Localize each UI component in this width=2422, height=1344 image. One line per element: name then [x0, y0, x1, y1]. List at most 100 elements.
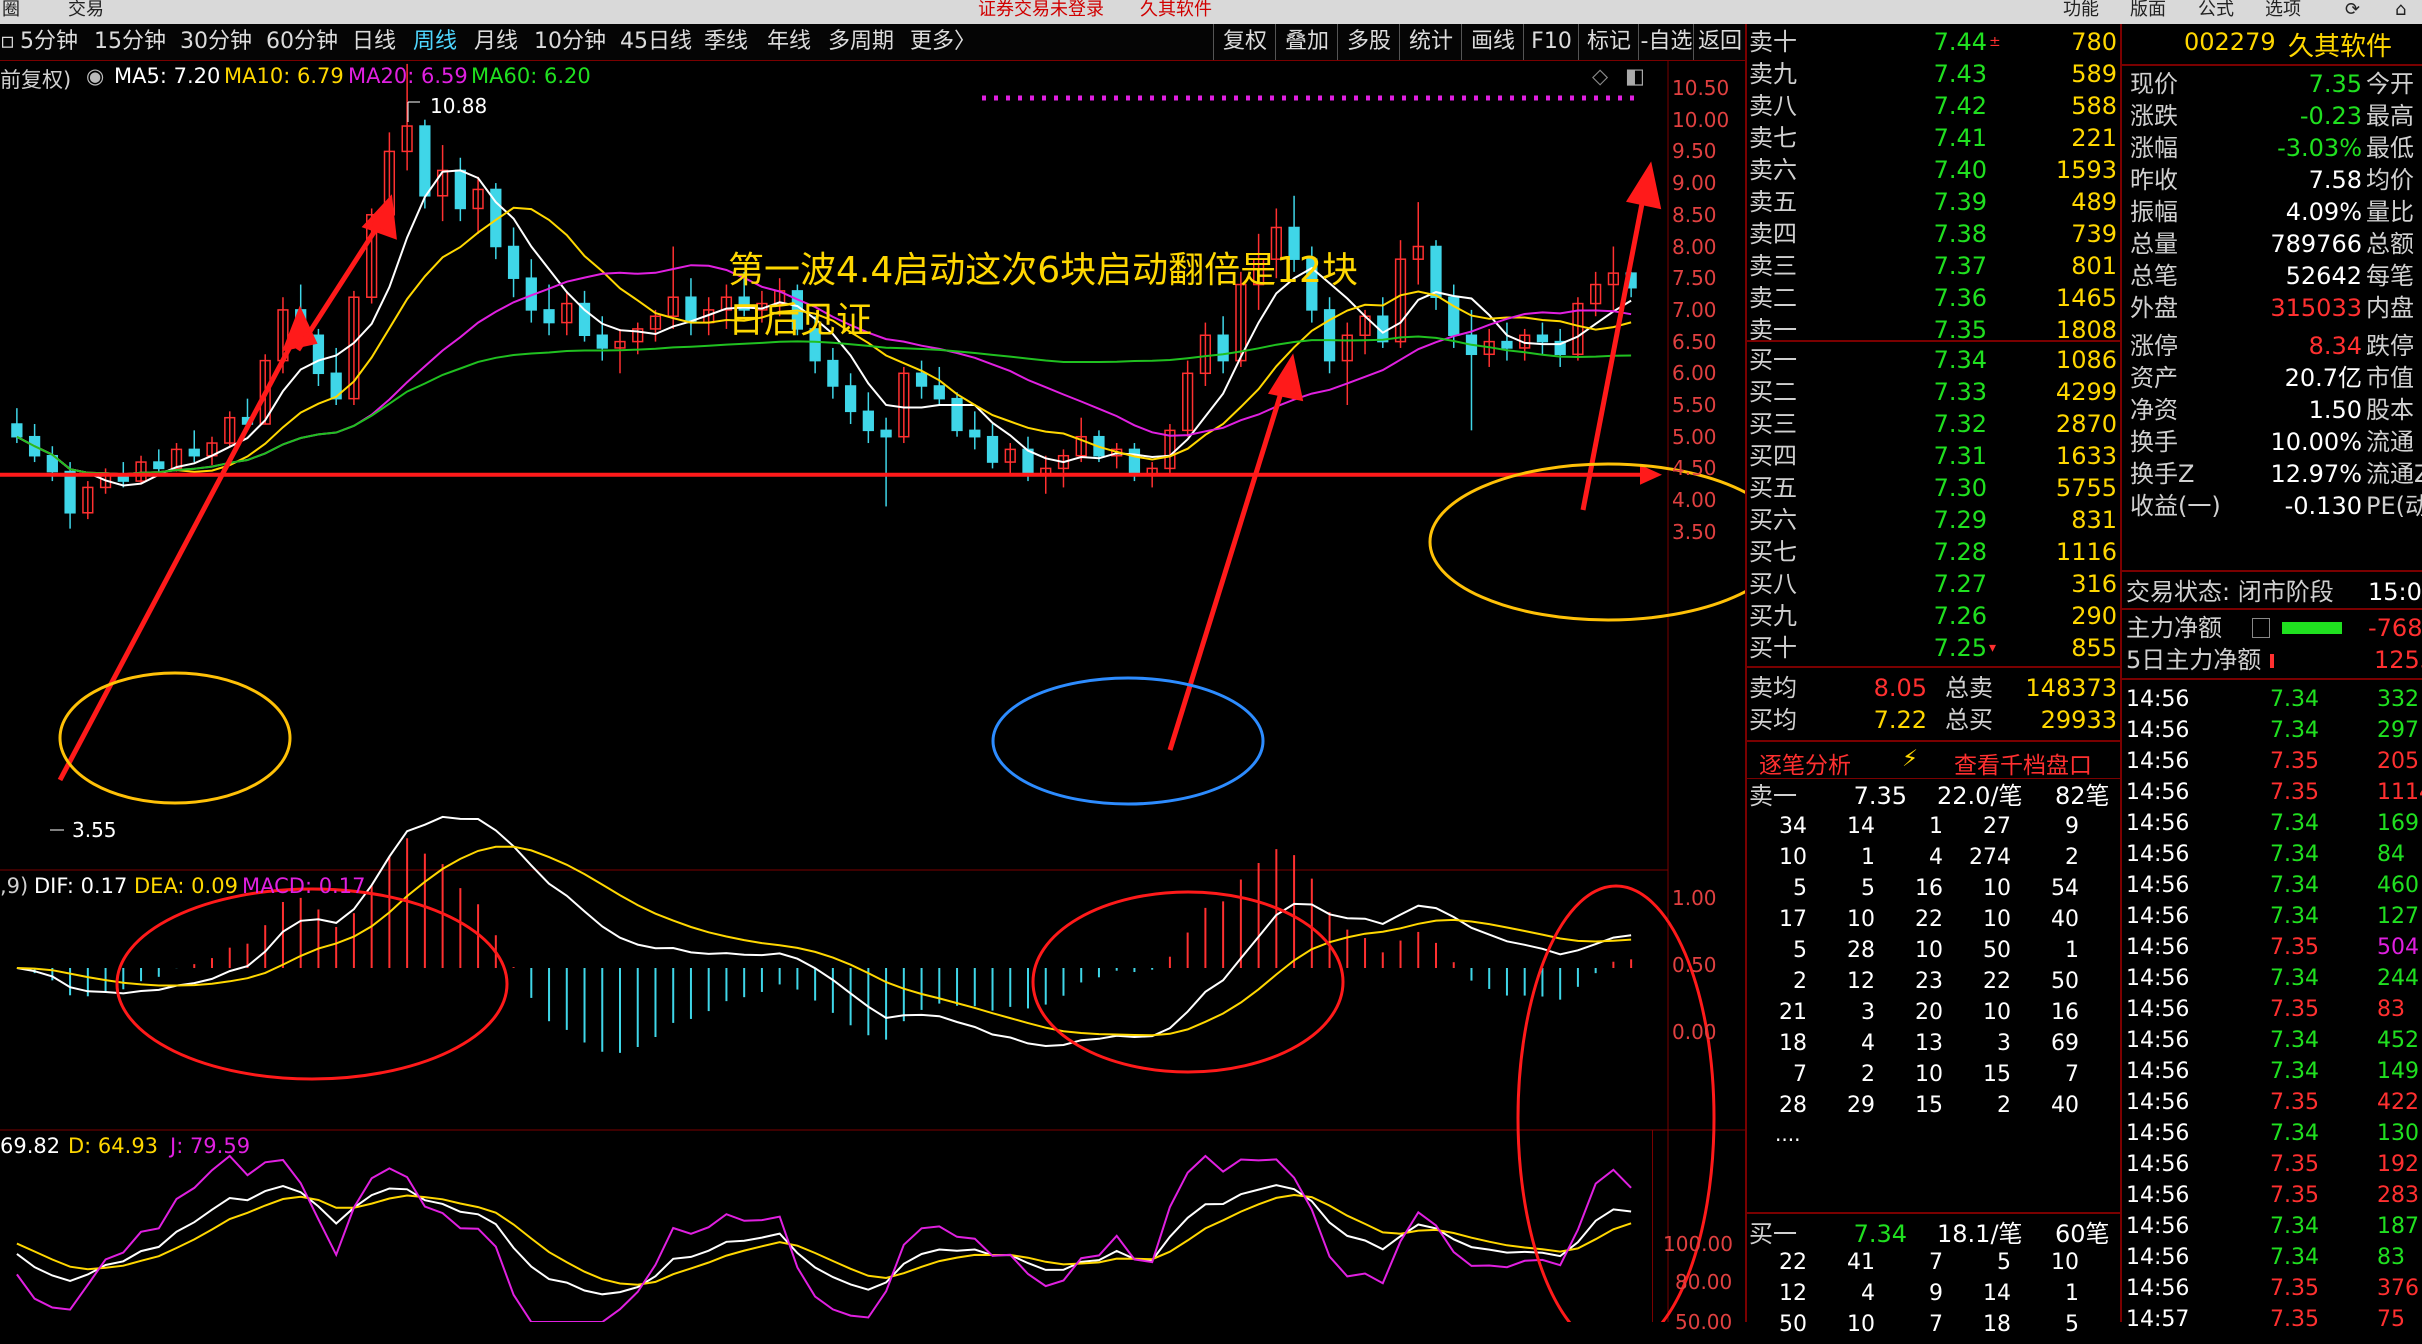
bid-row[interactable]: 买五 7.30 5755	[1747, 472, 2122, 504]
bid-row[interactable]: 买十 7.25 ▾ 855	[1747, 632, 2122, 664]
period-monthly[interactable]: 月线	[474, 24, 518, 60]
period-5min[interactable]: 5分钟	[20, 24, 78, 60]
tick-time: 14:56	[2126, 842, 2190, 867]
tick-price: 7.35	[2270, 1307, 2319, 1332]
tick-row[interactable]: 14:56 7.35 1114	[2122, 777, 2422, 808]
tick-row[interactable]: 14:56 7.35 283	[2122, 1180, 2422, 1211]
tick-row[interactable]: 14:56 7.35 376	[2122, 1273, 2422, 1304]
tool-overlay[interactable]: 叠加	[1275, 24, 1338, 60]
tool-multi[interactable]: 多股	[1337, 24, 1400, 60]
bid-price: 7.31	[1933, 442, 1987, 470]
candle-body	[64, 470, 76, 514]
menu-options[interactable]: 选项	[2265, 0, 2301, 24]
tool-fq[interactable]: 复权	[1213, 24, 1276, 60]
bid-volume: 1116	[2055, 538, 2117, 566]
ask-row[interactable]: 卖四 7.38 739	[1747, 218, 2122, 250]
tick-row[interactable]: 14:56 7.35 422	[2122, 1087, 2422, 1118]
menu-function[interactable]: 功能	[2063, 0, 2099, 24]
ask-price: 7.40	[1933, 156, 1987, 184]
period-60min[interactable]: 60分钟	[266, 24, 338, 60]
panel-toggle-icon[interactable]: ◧	[1625, 64, 1645, 88]
period-45day[interactable]: 45日线	[620, 24, 692, 60]
tab-tick-analysis[interactable]: 逐笔分析	[1759, 746, 1851, 780]
queue-row: 50 10 7 18 5	[1747, 1312, 2122, 1344]
tool-stats[interactable]: 统计	[1399, 24, 1462, 60]
window-icon[interactable]: ⌂	[2395, 0, 2406, 24]
period-quarter[interactable]: 季线	[704, 24, 748, 60]
queue-cell: 7	[1929, 1312, 1943, 1337]
ask-price: 7.44	[1933, 28, 1987, 56]
period-yearly[interactable]: 年线	[767, 24, 811, 60]
menu-left[interactable]: 圈	[2, 0, 20, 24]
bid-row[interactable]: 买一 7.34 1086	[1747, 344, 2122, 376]
ask-row[interactable]: 卖二 7.36 1465	[1747, 282, 2122, 314]
tool-draw[interactable]: 画线	[1461, 24, 1524, 60]
tick-volume: 130	[2377, 1121, 2419, 1146]
tool-f10[interactable]: F10	[1523, 24, 1579, 60]
refresh-icon[interactable]: ⟳	[2345, 0, 2360, 24]
ma5-value: MA5: 7.20	[114, 64, 221, 88]
ask-row[interactable]: 卖十 7.44 ±780	[1747, 26, 2122, 58]
period-daily[interactable]: 日线	[352, 24, 396, 60]
tick-row[interactable]: 14:56 7.34 452	[2122, 1025, 2422, 1056]
ask-price: 7.42	[1933, 92, 1987, 120]
menu-trade[interactable]: 交易	[68, 0, 104, 24]
tick-row[interactable]: 14:56 7.34 187	[2122, 1211, 2422, 1242]
bid-row[interactable]: 买七 7.28 1116	[1747, 536, 2122, 568]
period-more[interactable]: 更多〉	[910, 24, 976, 60]
diamond-icon[interactable]: ◇	[1592, 64, 1608, 88]
ask-row[interactable]: 卖六 7.40 1593	[1747, 154, 2122, 186]
tool-back[interactable]: 返回	[1693, 24, 1746, 60]
tab-thousand-levels[interactable]: 查看千档盘口	[1954, 746, 2092, 780]
tick-row[interactable]: 14:56 7.34 130	[2122, 1118, 2422, 1149]
tick-row[interactable]: 14:56 7.34 84	[2122, 839, 2422, 870]
period-10min[interactable]: 10分钟	[534, 24, 606, 60]
tick-row[interactable]: 14:56 7.34 83	[2122, 1242, 2422, 1273]
tick-row[interactable]: 14:56 7.34 297	[2122, 715, 2422, 746]
tick-row[interactable]: 14:56 7.34 127	[2122, 901, 2422, 932]
tick-row[interactable]: 14:56 7.35 192	[2122, 1149, 2422, 1180]
info-label-2: 最低	[2366, 134, 2414, 162]
tick-row[interactable]: 14:56 7.34 244	[2122, 963, 2422, 994]
ask-row[interactable]: 卖八 7.42 588	[1747, 90, 2122, 122]
tick-row[interactable]: 14:57 7.35 75	[2122, 1304, 2422, 1335]
period-multi[interactable]: 多周期	[828, 24, 894, 60]
tick-row[interactable]: 14:56 7.34 149	[2122, 1056, 2422, 1087]
tool-watchlist[interactable]: -自选	[1638, 24, 1694, 60]
tick-volume: 169	[2377, 811, 2419, 836]
menu-formula[interactable]: 公式	[2198, 0, 2234, 24]
queue-cell: 10	[1847, 907, 1875, 932]
bid-row[interactable]: 买六 7.29 831	[1747, 504, 2122, 536]
queue-cell: 14	[1983, 1281, 2011, 1306]
price-axis-label: 10.50	[1672, 76, 1730, 100]
info-label-2: 每笔	[2366, 262, 2414, 290]
indicator-toggle-icon[interactable]: ◉	[86, 64, 104, 88]
ask-row[interactable]: 卖九 7.43 589	[1747, 58, 2122, 90]
info-value: -0.130	[2284, 492, 2362, 520]
info-label-2: PE(动)	[2366, 492, 2422, 520]
menu-layout[interactable]: 版面	[2130, 0, 2166, 24]
tool-mark[interactable]: 标记	[1578, 24, 1639, 60]
ask-row[interactable]: 卖五 7.39 489	[1747, 186, 2122, 218]
period-weekly[interactable]: 周线	[413, 24, 457, 60]
period-30min[interactable]: 30分钟	[180, 24, 252, 60]
bid-volume: 1633	[2055, 442, 2117, 470]
bid-row[interactable]: 买四 7.31 1633	[1747, 440, 2122, 472]
tick-row[interactable]: 14:56 7.35 83	[2122, 994, 2422, 1025]
main-net-icon[interactable]	[2252, 618, 2270, 638]
tick-row[interactable]: 14:56 7.34 332	[2122, 684, 2422, 715]
bid-row[interactable]: 买二 7.33 4299	[1747, 376, 2122, 408]
bid-row[interactable]: 买三 7.32 2870	[1747, 408, 2122, 440]
tick-row[interactable]: 14:56 7.35 504	[2122, 932, 2422, 963]
bid-row[interactable]: 买八 7.27 316	[1747, 568, 2122, 600]
bid-row[interactable]: 买九 7.26 290	[1747, 600, 2122, 632]
ask-row[interactable]: 卖三 7.37 801	[1747, 250, 2122, 282]
tick-row[interactable]: 14:56 7.34 460	[2122, 870, 2422, 901]
queue-row: 5 28 10 50 1	[1747, 938, 2122, 970]
chart-area[interactable]: 前复权) ◉ MA5: 7.20 MA10: 6.79 MA20: 6.59 M…	[0, 60, 1745, 1334]
ask-row[interactable]: 卖七 7.41 221	[1747, 122, 2122, 154]
tick-row[interactable]: 14:56 7.34 169	[2122, 808, 2422, 839]
tick-price: 7.35	[2270, 780, 2319, 805]
period-15min[interactable]: 15分钟	[94, 24, 166, 60]
tick-row[interactable]: 14:56 7.35 205	[2122, 746, 2422, 777]
